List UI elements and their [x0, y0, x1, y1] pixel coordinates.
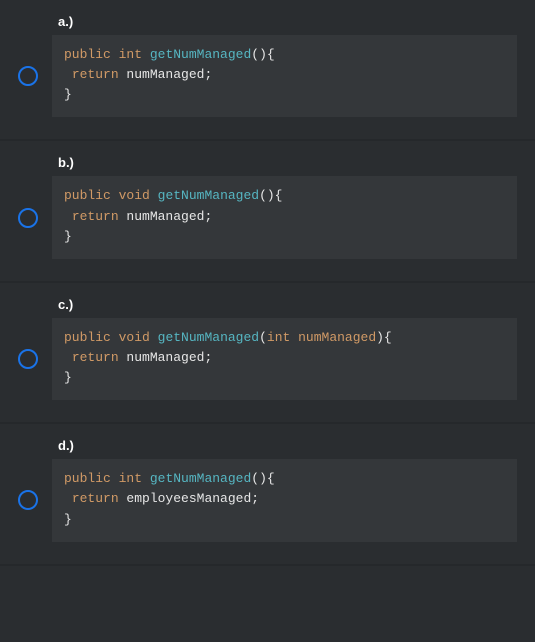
option-c: c.) public void getNumManaged(int numMan… — [0, 283, 535, 424]
option-b: b.) public void getNumManaged(){ return … — [0, 141, 535, 282]
radio-c[interactable] — [18, 349, 38, 369]
code-block: public void getNumManaged(){ return numM… — [52, 176, 517, 258]
option-label: b.) — [58, 155, 517, 170]
code-block: public int getNumManaged(){ return emplo… — [52, 459, 517, 541]
option-label: c.) — [58, 297, 517, 312]
option-a: a.) public int getNumManaged(){ return n… — [0, 0, 535, 141]
option-label: d.) — [58, 438, 517, 453]
radio-a[interactable] — [18, 66, 38, 86]
option-d: d.) public int getNumManaged(){ return e… — [0, 424, 535, 565]
code-block: public void getNumManaged(int numManaged… — [52, 318, 517, 400]
radio-b[interactable] — [18, 208, 38, 228]
code-block: public int getNumManaged(){ return numMa… — [52, 35, 517, 117]
option-label: a.) — [58, 14, 517, 29]
radio-d[interactable] — [18, 490, 38, 510]
